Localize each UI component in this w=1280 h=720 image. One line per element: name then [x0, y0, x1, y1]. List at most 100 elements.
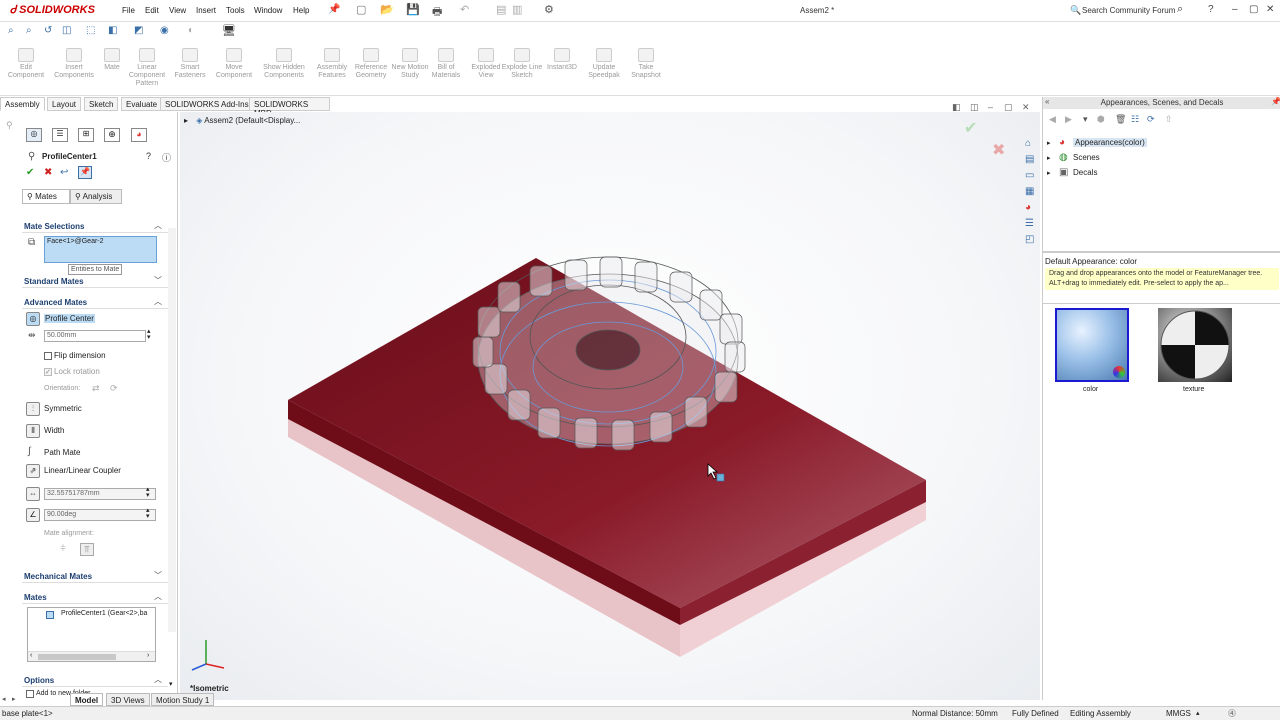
- restore-window-button[interactable]: ▢: [1249, 4, 1258, 15]
- symmetric-option[interactable]: Symmetric: [44, 404, 82, 413]
- collapse-chevron-icon[interactable]: ︿: [154, 674, 162, 685]
- scroll-left-icon[interactable]: ‹: [30, 652, 32, 659]
- aligned-icon[interactable]: ⫩: [56, 543, 70, 556]
- mate-selections-list[interactable]: Face<1>@Gear-2: [44, 236, 157, 263]
- coupler-distance-field[interactable]: 32.55751787mm: [44, 488, 156, 500]
- orientation-flip-icon[interactable]: ⇄: [92, 383, 100, 394]
- custom-properties-icon[interactable]: ☰: [1025, 218, 1034, 229]
- 3d-model-view[interactable]: [180, 112, 1040, 700]
- filter-icon[interactable]: ⚲: [6, 120, 13, 131]
- help-question-icon[interactable]: ?: [1208, 4, 1214, 15]
- section-mates[interactable]: Mates: [24, 593, 47, 602]
- section-advanced-mates[interactable]: Advanced Mates: [24, 298, 87, 307]
- ok-check-button[interactable]: ✔: [26, 167, 34, 178]
- path-mate-option[interactable]: Path Mate: [44, 448, 80, 457]
- cancel-x-button[interactable]: ✖: [44, 167, 52, 178]
- new-document-icon[interactable]: ▢: [356, 3, 366, 16]
- tab-assembly[interactable]: Assembly: [0, 97, 45, 111]
- vertical-scrollbar[interactable]: [168, 228, 176, 632]
- mate-list-item[interactable]: ProfileCenter1 (Gear<2>,ba: [61, 610, 147, 617]
- ribbon-smart-fasteners-button[interactable]: Smart Fasteners: [168, 48, 212, 80]
- linear-coupler-option[interactable]: Linear/Linear Coupler: [44, 466, 121, 475]
- expand-arrow-icon[interactable]: ▸: [1047, 169, 1051, 177]
- display-style-icon[interactable]: ◧: [108, 25, 117, 36]
- solidworks-resources-icon[interactable]: ⌂: [1025, 138, 1031, 149]
- property-manager-tab-icon[interactable]: ☰: [52, 128, 68, 142]
- tree-item-appearances[interactable]: Appearances(color): [1073, 138, 1147, 147]
- collapse-pane-icon[interactable]: «: [1045, 97, 1049, 106]
- expand-chevron-icon[interactable]: ﹀: [154, 275, 162, 286]
- expand-arrow-icon[interactable]: ▸: [1047, 154, 1051, 162]
- tab-addins[interactable]: SOLIDWORKS Add-Ins: [160, 97, 254, 111]
- menu-help[interactable]: Help: [293, 6, 309, 15]
- swatch-texture[interactable]: [1158, 308, 1232, 382]
- orientation-rotate-icon[interactable]: ⟳: [110, 383, 118, 394]
- mates-subtab[interactable]: ⚲ Mates: [22, 189, 70, 204]
- anti-aligned-icon[interactable]: ⫪: [80, 543, 94, 556]
- section-view-icon[interactable]: ◫: [62, 25, 71, 36]
- pin-icon[interactable]: 📌: [328, 4, 340, 15]
- appearances-icon[interactable]: ◕: [1025, 202, 1031, 213]
- splitter[interactable]: [1043, 251, 1280, 253]
- dimxpert-tab-icon[interactable]: ⊕: [104, 128, 120, 142]
- flip-dimension-checkbox[interactable]: [44, 352, 52, 360]
- save-icon[interactable]: 💾: [406, 3, 420, 16]
- spin-arrows-icon[interactable]: ▴ ▾: [146, 507, 150, 520]
- tab-evaluate[interactable]: Evaluate: [121, 97, 163, 111]
- back-icon[interactable]: ◀: [1049, 114, 1056, 125]
- ribbon-show-hidden-button[interactable]: Show Hidden Components: [262, 48, 306, 80]
- ribbon-instant3d-button[interactable]: Instant3D: [540, 48, 584, 72]
- delete-icon[interactable]: 🗑: [1115, 114, 1126, 125]
- view-settings-icon[interactable]: 🖥: [222, 24, 236, 37]
- menu-tools[interactable]: Tools: [226, 6, 245, 15]
- tab-3d-views[interactable]: 3D Views: [106, 693, 150, 706]
- display-manager-tab-icon[interactable]: ◕: [131, 128, 147, 142]
- scrollbar-thumb[interactable]: [38, 654, 116, 660]
- undo-mate-button[interactable]: ↩: [60, 167, 68, 178]
- feature-manager-tab-icon[interactable]: ◎: [26, 128, 42, 142]
- collapse-chevron-icon[interactable]: ︿: [154, 591, 162, 602]
- mate-selection-item[interactable]: Face<1>@Gear-2: [47, 238, 104, 245]
- section-mate-selections[interactable]: Mate Selections: [24, 222, 84, 231]
- spin-arrows-icon[interactable]: ▴ ▾: [146, 486, 150, 499]
- profile-center-option[interactable]: Profile Center: [44, 314, 95, 323]
- ribbon-reference-geometry-button[interactable]: Reference Geometry: [349, 48, 393, 80]
- rebuild-icon[interactable]: ▤: [496, 3, 506, 16]
- minimize-window-button[interactable]: –: [1232, 4, 1238, 15]
- previous-view-icon[interactable]: ↺: [44, 25, 52, 36]
- status-units[interactable]: MMGS: [1166, 709, 1191, 718]
- apply-scene-icon[interactable]: ◐: [188, 25, 194, 36]
- ribbon-take-snapshot-button[interactable]: Take Snapshot: [624, 48, 668, 80]
- section-mechanical-mates[interactable]: Mechanical Mates: [24, 572, 92, 581]
- file-properties-icon[interactable]: ▥: [512, 3, 522, 16]
- scroll-right-icon[interactable]: ›: [147, 652, 149, 659]
- tab-motion-study[interactable]: Motion Study 1: [151, 693, 215, 706]
- view-palette-icon[interactable]: ▦: [1025, 186, 1034, 197]
- status-info-icon[interactable]: ⓸: [1228, 708, 1236, 719]
- view-orientation-icon[interactable]: ⬚: [86, 25, 95, 36]
- up-folder-icon[interactable]: ⇧: [1165, 114, 1173, 125]
- spin-arrows-icon[interactable]: ▴ ▾: [147, 328, 151, 341]
- view-list-icon[interactable]: ☷: [1131, 114, 1139, 125]
- section-standard-mates[interactable]: Standard Mates: [24, 277, 84, 286]
- zoom-area-icon[interactable]: ⌕: [26, 25, 32, 36]
- units-dropdown-icon[interactable]: ▴: [1196, 709, 1200, 717]
- tab-sketch[interactable]: Sketch: [84, 97, 119, 111]
- analysis-subtab[interactable]: ⚲ Analysis: [70, 189, 122, 204]
- collapse-chevron-icon[interactable]: ︿: [154, 296, 162, 307]
- ribbon-explode-line-button[interactable]: Explode Line Sketch: [500, 48, 544, 80]
- hide-show-items-icon[interactable]: ◩: [134, 25, 143, 36]
- undo-icon[interactable]: ↶: [460, 3, 469, 16]
- mates-list[interactable]: ProfileCenter1 (Gear<2>,ba ‹ ›: [27, 607, 156, 662]
- ribbon-edit-component-button[interactable]: Edit Component: [4, 48, 48, 80]
- ribbon-bill-of-materials-button[interactable]: Bill of Materials: [424, 48, 468, 80]
- edit-appearance-icon[interactable]: ◉: [160, 25, 169, 36]
- file-explorer-icon[interactable]: ▭: [1025, 170, 1034, 181]
- forward-icon[interactable]: ▶: [1065, 114, 1072, 125]
- pin-pane-icon[interactable]: 📌: [1271, 97, 1280, 106]
- dropdown-arrow-icon[interactable]: ▾: [1083, 114, 1088, 125]
- menu-insert[interactable]: Insert: [196, 6, 216, 15]
- help-icon[interactable]: ?: [146, 151, 151, 161]
- expand-arrow-icon[interactable]: ▸: [1047, 139, 1051, 147]
- lock-rotation-checkbox[interactable]: ✓: [44, 368, 52, 376]
